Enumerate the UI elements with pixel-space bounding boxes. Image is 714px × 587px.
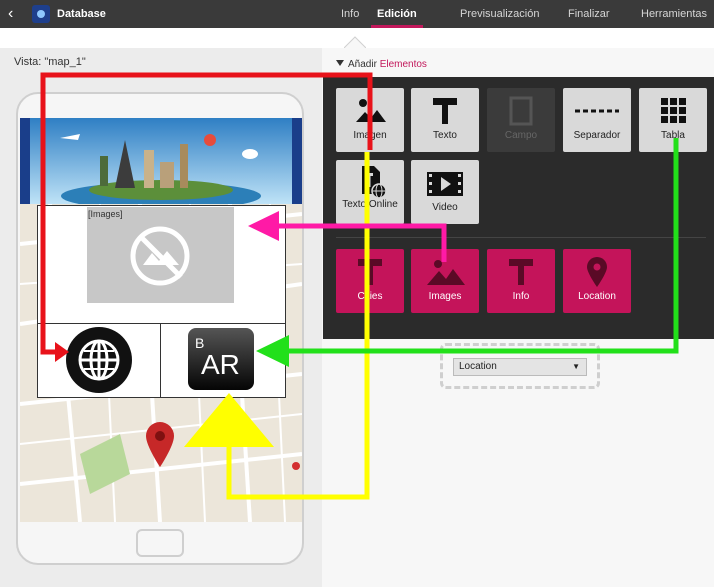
add-elements-highlight: Elementos (379, 59, 427, 70)
tab-previsualizacion[interactable]: Previsualización (460, 0, 539, 28)
back-icon[interactable]: ‹ (8, 4, 13, 24)
popup-divider (37, 323, 286, 324)
element-tile-texto-online[interactable]: Texto Online (336, 160, 404, 224)
separator-icon (575, 109, 619, 113)
travel-banner-image (20, 118, 302, 204)
tab-info[interactable]: Info (341, 0, 359, 28)
phone-home-button (136, 529, 184, 557)
field-tile-cities[interactable]: Cities (336, 249, 404, 313)
element-label: Separador (573, 130, 621, 141)
element-label: Imagen (353, 130, 387, 141)
app-logo-icon (32, 5, 50, 23)
element-label: Video (432, 202, 458, 213)
tab-herramientas[interactable]: Herramientas (641, 0, 707, 28)
field-tile-info[interactable]: Info (487, 249, 555, 313)
online-text-icon (362, 166, 387, 199)
globe-icon[interactable] (65, 326, 133, 394)
table-icon (661, 98, 686, 123)
element-label: Texto Online (342, 199, 398, 210)
element-tile-texto[interactable]: Texto (411, 88, 479, 152)
field-label: Images (428, 291, 462, 302)
tab-pointer-caret (344, 36, 366, 48)
element-label: Tabla (661, 130, 685, 141)
element-label: Campo (504, 130, 538, 141)
image-icon (427, 260, 465, 285)
image-placeholder[interactable] (87, 207, 234, 303)
field-label: Info (512, 291, 530, 302)
location-select-value: Location (459, 361, 497, 372)
text-icon (433, 98, 457, 124)
panel-divider (336, 237, 706, 238)
app-title: Database (57, 8, 106, 20)
field-tile-images[interactable]: Images (411, 249, 479, 313)
video-icon (427, 172, 463, 196)
tab-edicion[interactable]: Edición (371, 0, 423, 28)
popup-divider (160, 323, 161, 398)
location-select[interactable]: Location ▼ (453, 358, 587, 376)
element-tile-video[interactable]: Video (411, 160, 479, 224)
text-icon (509, 259, 533, 285)
add-elements-toggle[interactable]: Añadir Elementos (336, 59, 427, 70)
element-tile-campo[interactable]: Campo (487, 88, 555, 152)
field-label: Location (578, 291, 616, 302)
ar-label: AR (201, 349, 240, 380)
field-icon (509, 96, 533, 126)
element-tile-separador[interactable]: Separador (563, 88, 631, 152)
element-tile-tabla[interactable]: Tabla (639, 88, 707, 152)
image-icon (356, 99, 386, 122)
element-tile-imagen[interactable]: Imagen (336, 88, 404, 152)
add-elements-prefix: Añadir (348, 59, 377, 70)
dropdown-arrow-icon: ▼ (572, 362, 580, 371)
field-tile-location[interactable]: Location (563, 249, 631, 313)
text-icon (358, 259, 382, 285)
tab-finalizar[interactable]: Finalizar (568, 0, 610, 28)
view-name-label: Vista: "map_1" (14, 56, 86, 68)
map-pin-icon (146, 422, 174, 467)
triangle-down-icon (336, 60, 344, 66)
ar-icon[interactable]: B AR (188, 328, 254, 390)
location-pin-icon (587, 257, 607, 287)
no-image-icon (130, 226, 190, 286)
element-label: Texto (433, 130, 457, 141)
image-placeholder-label: [Images] (88, 209, 123, 219)
field-label: Cities (357, 291, 383, 302)
